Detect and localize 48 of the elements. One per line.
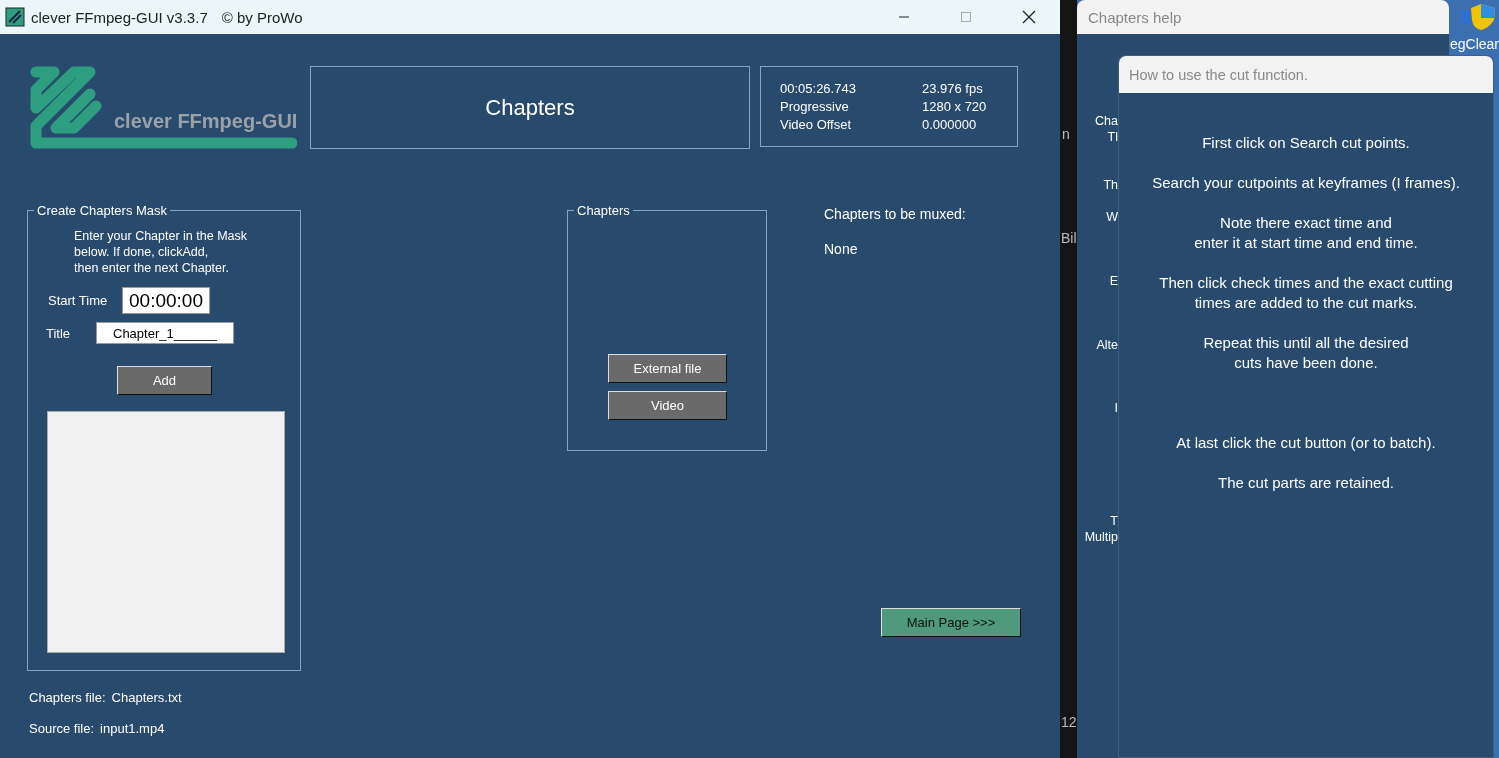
label: T bbox=[1110, 514, 1118, 528]
file-label: Chapters file: bbox=[29, 690, 106, 705]
muxed-value: None bbox=[824, 241, 859, 257]
label: E bbox=[1109, 274, 1118, 288]
info-label: Progressive bbox=[780, 99, 850, 114]
window-title: clever FFmpeg-GUI v3.3.7 bbox=[31, 8, 208, 26]
label: W bbox=[1106, 210, 1118, 224]
icon-label: egClear bbox=[1449, 36, 1499, 52]
maximize-icon bbox=[960, 11, 972, 23]
add-button[interactable]: Add bbox=[117, 366, 212, 395]
file-name: Chapters.txt bbox=[111, 690, 182, 705]
chapters-list[interactable] bbox=[47, 411, 285, 653]
label: Th bbox=[1103, 178, 1118, 192]
field-label: Title bbox=[46, 325, 72, 341]
info-value: 0.000000 bbox=[922, 117, 978, 132]
group-label: Chapters bbox=[574, 203, 633, 218]
field-label: Start Time bbox=[48, 293, 109, 308]
label: n bbox=[1062, 126, 1070, 142]
source-button[interactable]: Video bbox=[608, 391, 727, 420]
info-label: Video Offset bbox=[780, 117, 853, 132]
info-value: 23.976 fps bbox=[922, 81, 984, 96]
label: Multip bbox=[1084, 530, 1118, 544]
close-icon bbox=[1022, 10, 1036, 24]
copyright-text: © by ProWo bbox=[221, 8, 303, 26]
group-label: Create Chapters Mask bbox=[34, 203, 171, 218]
title-field[interactable]: Chapter_1______ bbox=[96, 322, 234, 344]
logo-icon bbox=[30, 66, 297, 149]
label: I bbox=[1114, 401, 1118, 415]
info-value: 1280 x 720 bbox=[922, 99, 988, 114]
main-page-button[interactable]: Main Page >>> bbox=[881, 608, 1021, 637]
file-name: input1.mp4 bbox=[100, 721, 165, 736]
file-label: Source file: bbox=[29, 721, 95, 736]
label: Tl bbox=[1107, 130, 1118, 144]
info-label: 00:05:26.743 bbox=[780, 81, 857, 96]
label: Bil bbox=[1061, 230, 1077, 246]
window-title: How to use the cut function. bbox=[1119, 56, 1493, 93]
label: 12 bbox=[1061, 714, 1077, 730]
page-title: Chapters bbox=[485, 94, 575, 121]
start-time-field[interactable]: 00:00:00 bbox=[122, 287, 210, 314]
source-button[interactable]: External file bbox=[608, 354, 727, 383]
muxed-heading: Chapters to be muxed: bbox=[824, 206, 967, 222]
window-title: Chapters help bbox=[1077, 0, 1449, 34]
help-text: First click on Search cut points. Search your cutpoints at keyframes (I frames). Note there exact time and enter it at start time and end time. Then click check times and the exact cutting times are added to the cut marks. Repeat this until all the desired cuts have been done. At last click the cut button (or to batch). The cut parts are retained. bbox=[1151, 133, 1461, 493]
label: Alte bbox=[1096, 338, 1118, 352]
instructions-text: Enter your Chapter in the Mask below. If done, clickAdd, then enter the next Chapter. bbox=[74, 228, 248, 276]
logo-text: clever FFmpeg-GUI bbox=[114, 110, 298, 133]
label: Cha bbox=[1095, 114, 1118, 128]
app-icon bbox=[5, 7, 25, 27]
